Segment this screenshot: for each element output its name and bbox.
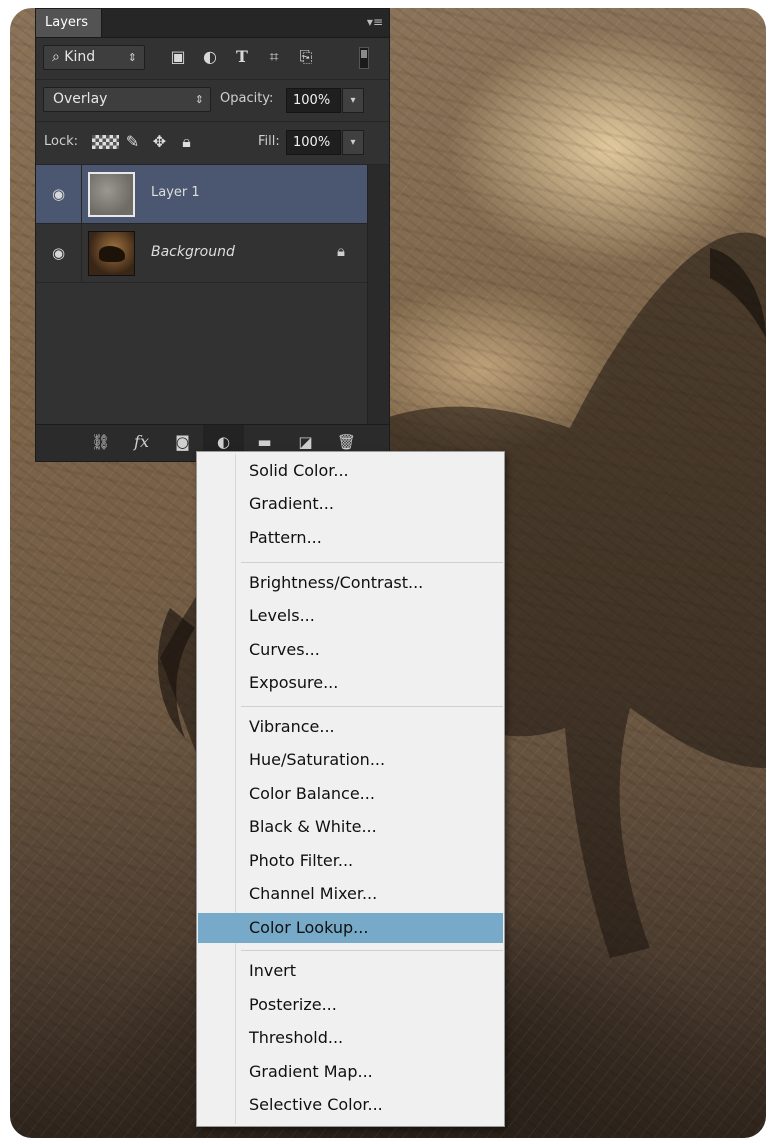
lock-label: Lock: — [44, 134, 79, 149]
layer-row-background[interactable]: ◉ Background 🔒︎ — [36, 224, 369, 283]
visibility-eye-icon[interactable]: ◉ — [36, 165, 82, 224]
menu-item-photo-filter[interactable]: Photo Filter... — [198, 846, 503, 876]
menu-item-levels[interactable]: Levels... — [198, 601, 503, 631]
menu-separator — [241, 562, 503, 563]
lock-image-brush-icon[interactable]: ✎ — [119, 131, 146, 155]
search-icon: ⌕ — [52, 49, 60, 65]
filter-kind-label: Kind — [64, 49, 96, 65]
adjustment-layer-menu: Solid Color... Gradient... Pattern... Br… — [196, 451, 505, 1127]
menu-item-posterize[interactable]: Posterize... — [198, 990, 503, 1020]
layer-thumbnail[interactable] — [88, 231, 135, 276]
menu-item-brightness-contrast[interactable]: Brightness/Contrast... — [198, 568, 503, 598]
menu-item-black-white[interactable]: Black & White... — [198, 812, 503, 842]
menu-item-threshold[interactable]: Threshold... — [198, 1023, 503, 1053]
smart-object-filter-icon[interactable]: ⎘ — [290, 46, 322, 68]
tab-layers[interactable]: Layers — [36, 9, 102, 37]
fill-input[interactable]: 100% — [286, 130, 341, 155]
select-arrows-icon: ⇕ — [194, 93, 204, 106]
layers-panel: Layers ▾≡ ⌕ Kind ⇕ ▣ ◐ T ⌗ ⎘ Overlay ⇕ O… — [35, 8, 390, 462]
menu-item-solid-color[interactable]: Solid Color... — [198, 456, 503, 486]
fill-dropdown-icon[interactable]: ▾ — [342, 130, 364, 155]
layer-thumbnail[interactable] — [88, 172, 135, 217]
opacity-label: Opacity: — [220, 91, 274, 106]
blend-mode-value: Overlay — [53, 91, 108, 107]
filter-row: ⌕ Kind ⇕ ▣ ◐ T ⌗ ⎘ — [36, 38, 389, 80]
menu-item-color-balance[interactable]: Color Balance... — [198, 779, 503, 809]
layer-row-layer-1[interactable]: ◉ Layer 1 — [36, 165, 369, 224]
filter-icons: ▣ ◐ T ⌗ ⎘ — [162, 46, 322, 68]
lock-position-move-icon[interactable]: ✥ — [146, 131, 173, 155]
select-arrows-icon: ⇕ — [127, 51, 137, 64]
menu-separator — [241, 950, 503, 951]
layer-lock-icon: 🔒︎ — [337, 242, 345, 260]
filter-kind-select[interactable]: ⌕ Kind ⇕ — [43, 45, 145, 70]
menu-item-gradient-map[interactable]: Gradient Map... — [198, 1057, 503, 1087]
menu-item-invert[interactable]: Invert — [198, 956, 503, 986]
link-layers-icon[interactable]: ⛓ — [80, 425, 121, 459]
filter-toggle[interactable] — [359, 47, 369, 69]
layer-name: Layer 1 — [151, 185, 200, 200]
lock-transparency-icon[interactable] — [92, 131, 119, 155]
lock-all-icon[interactable]: 🔒︎ — [173, 131, 200, 155]
menu-separator — [241, 706, 503, 707]
menu-item-hue-saturation[interactable]: Hue/Saturation... — [198, 745, 503, 775]
visibility-eye-icon[interactable]: ◉ — [36, 224, 82, 283]
menu-item-exposure[interactable]: Exposure... — [198, 668, 503, 698]
panel-tab-bar: Layers ▾≡ — [36, 9, 389, 38]
lock-row: Lock: ✎ ✥ 🔒︎ Fill: 100% ▾ — [36, 122, 389, 165]
menu-item-gradient[interactable]: Gradient... — [198, 489, 503, 519]
menu-item-curves[interactable]: Curves... — [198, 635, 503, 665]
pixel-layer-filter-icon[interactable]: ▣ — [162, 46, 194, 68]
blend-row: Overlay ⇕ Opacity: 100% ▾ — [36, 80, 389, 122]
blend-mode-select[interactable]: Overlay ⇕ — [43, 87, 211, 112]
fx-icon[interactable]: fx — [121, 425, 162, 459]
opacity-dropdown-icon[interactable]: ▾ — [342, 88, 364, 113]
menu-item-color-lookup[interactable]: Color Lookup... — [198, 913, 503, 943]
menu-item-channel-mixer[interactable]: Channel Mixer... — [198, 879, 503, 909]
type-layer-filter-icon[interactable]: T — [226, 46, 258, 68]
menu-item-pattern[interactable]: Pattern... — [198, 523, 503, 553]
layer-list: ◉ Layer 1 ◉ Background 🔒︎ — [36, 165, 369, 425]
layer-list-scrollbar[interactable] — [367, 165, 389, 425]
shape-layer-filter-icon[interactable]: ⌗ — [258, 46, 290, 68]
lock-icons: ✎ ✥ 🔒︎ — [92, 131, 200, 155]
menu-item-selective-color[interactable]: Selective Color... — [198, 1090, 503, 1120]
adjustment-layer-filter-icon[interactable]: ◐ — [194, 46, 226, 68]
panel-menu-icon[interactable]: ▾≡ — [367, 15, 383, 29]
opacity-input[interactable]: 100% — [286, 88, 341, 113]
menu-item-vibrance[interactable]: Vibrance... — [198, 712, 503, 742]
fill-label: Fill: — [258, 134, 280, 149]
layer-name: Background — [151, 244, 235, 260]
